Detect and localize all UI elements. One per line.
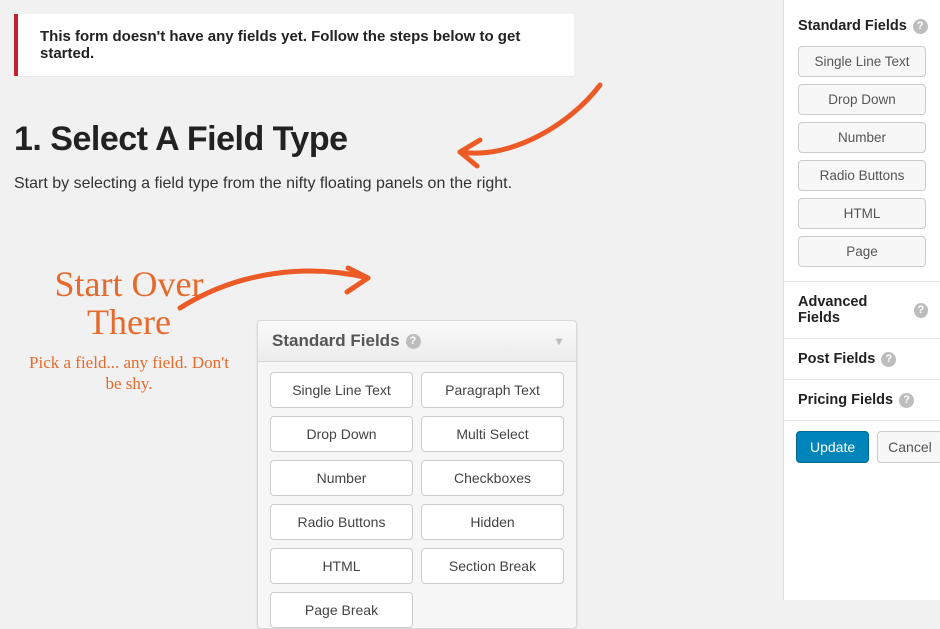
sidebar: Standard Fields?Single Line TextDrop Dow…: [783, 0, 940, 600]
sidebar-field-button[interactable]: Single Line Text: [798, 46, 926, 77]
help-icon[interactable]: ?: [914, 303, 928, 318]
sidebar-section-title: Pricing Fields: [798, 392, 893, 408]
illus-panel-header[interactable]: Standard Fields ? ▾: [258, 321, 576, 362]
main-content: This form doesn't have any fields yet. F…: [14, 14, 764, 229]
empty-form-notice: This form doesn't have any fields yet. F…: [14, 14, 574, 76]
illus-field-button[interactable]: Checkboxes: [421, 460, 564, 496]
illus-field-button[interactable]: Paragraph Text: [421, 372, 564, 408]
sidebar-field-button[interactable]: HTML: [798, 198, 926, 229]
sidebar-section-header[interactable]: Standard Fields?: [784, 14, 940, 46]
sidebar-field-stack: Single Line Text Drop Down Number Radio But…: [784, 46, 940, 281]
illus-field-button[interactable]: Page Break: [270, 592, 413, 628]
help-icon[interactable]: ?: [881, 352, 896, 367]
sidebar-section-header[interactable]: Advanced Fields?: [784, 281, 940, 338]
illus-field-button[interactable]: Single Line Text: [270, 372, 413, 408]
illus-field-button[interactable]: Radio Buttons: [270, 504, 413, 540]
sidebar-section-header[interactable]: Pricing Fields?: [784, 379, 940, 420]
sidebar-section-title: Post Fields: [798, 351, 875, 367]
illus-panel-title: Standard Fields: [272, 331, 400, 351]
step-description: Start by selecting a field type from the…: [14, 175, 764, 193]
step-heading: 1. Select A Field Type: [14, 120, 764, 159]
update-button[interactable]: Update: [796, 431, 869, 463]
illus-field-button[interactable]: Number: [270, 460, 413, 496]
chevron-down-icon: ▾: [556, 334, 562, 348]
handwritten-line2: There: [24, 304, 234, 342]
sidebar-field-button[interactable]: Page: [798, 236, 926, 267]
handwritten-line1: Start Over: [24, 266, 234, 304]
illus-field-button[interactable]: Section Break: [421, 548, 564, 584]
cancel-button[interactable]: Cancel: [877, 431, 940, 463]
sidebar-section-title: Standard Fields: [798, 18, 907, 34]
sidebar-section-header[interactable]: Post Fields?: [784, 338, 940, 379]
help-icon[interactable]: ?: [406, 334, 421, 349]
sidebar-field-button[interactable]: Radio Buttons: [798, 160, 926, 191]
illus-field-button[interactable]: HTML: [270, 548, 413, 584]
help-icon[interactable]: ?: [913, 19, 928, 34]
illus-field-button[interactable]: Multi Select: [421, 416, 564, 452]
illus-field-button[interactable]: Drop Down: [270, 416, 413, 452]
illus-panel-body: Single Line TextParagraph TextDrop DownM…: [258, 362, 576, 628]
handwritten-sub: Pick a field... any field. Don't be shy.: [24, 352, 234, 395]
help-icon[interactable]: ?: [899, 393, 914, 408]
sidebar-field-button[interactable]: Drop Down: [798, 84, 926, 115]
illustrative-fields-panel: Standard Fields ? ▾ Single Line TextPara…: [257, 320, 577, 629]
illus-field-button[interactable]: Hidden: [421, 504, 564, 540]
sidebar-field-button[interactable]: Number: [798, 122, 926, 153]
sidebar-actions: Update Cancel: [784, 420, 940, 473]
sidebar-section-title: Advanced Fields: [798, 294, 908, 326]
handwritten-callout: Start Over There Pick a field... any fie…: [24, 266, 234, 394]
